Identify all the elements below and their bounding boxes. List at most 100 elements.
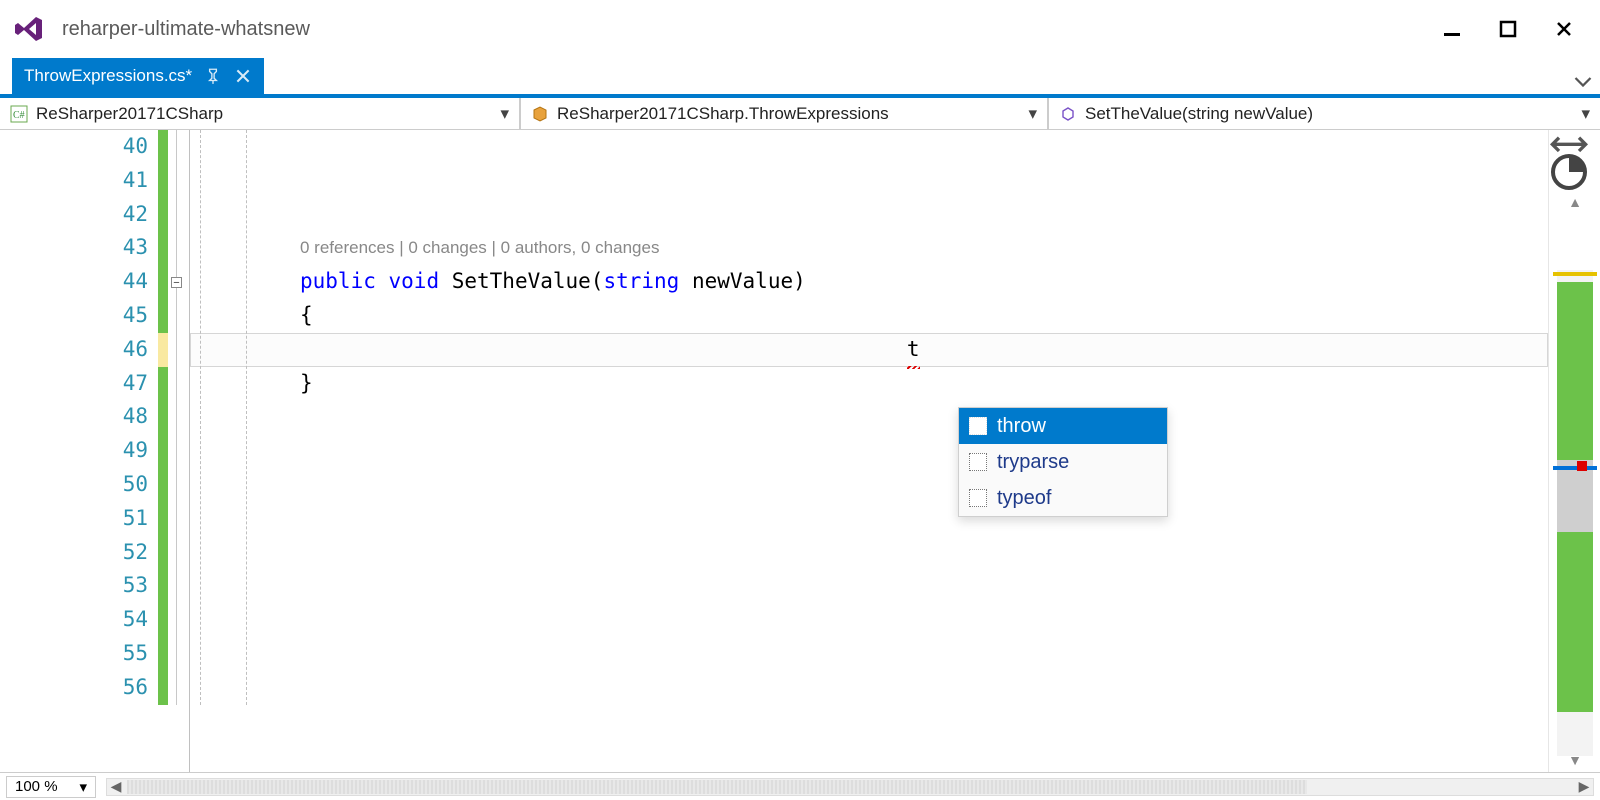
- line-number: 51: [0, 502, 154, 536]
- code-line[interactable]: public void SetTheValue(string newValue): [200, 265, 1548, 299]
- title-bar-left: reharper-ultimate-whatsnew: [12, 13, 310, 45]
- line-number: 44: [0, 265, 154, 299]
- tab-overflow-icon[interactable]: [1574, 72, 1592, 90]
- template-icon: [969, 453, 987, 471]
- chevron-down-icon: ▾: [488, 104, 509, 124]
- line-number: 52: [0, 536, 154, 570]
- overview-warning-marker: [1553, 272, 1597, 276]
- line-number: 54: [0, 603, 154, 637]
- code-line[interactable]: [200, 198, 1548, 232]
- completion-label: throw: [997, 415, 1046, 438]
- completion-item[interactable]: typeof: [959, 480, 1167, 516]
- indent-guide: [200, 130, 201, 705]
- codelens[interactable]: 0 references | 0 changes | 0 authors, 0 …: [200, 231, 1548, 265]
- window-controls: [1436, 13, 1580, 45]
- project-dropdown[interactable]: C# ReSharper20171CSharp ▾: [0, 98, 520, 129]
- line-number: 50: [0, 468, 154, 502]
- line-number: 47: [0, 367, 154, 401]
- collapse-toggle[interactable]: −: [171, 277, 182, 288]
- code-line[interactable]: myValue = newValue ?? ArgumentNullExcept…: [200, 333, 1548, 367]
- maximize-button[interactable]: [1492, 13, 1524, 45]
- change-marker-strip: [158, 130, 168, 772]
- line-number: 45: [0, 299, 154, 333]
- line-number: 40: [0, 130, 154, 164]
- line-number: 42: [0, 198, 154, 232]
- code-line[interactable]: [200, 536, 1548, 570]
- scrollbar-thumb[interactable]: [127, 780, 1307, 794]
- breadcrumb-bar: C# ReSharper20171CSharp ▾ ReSharper20171…: [0, 94, 1600, 130]
- change-marker-saved: [158, 367, 168, 705]
- scroll-down-icon[interactable]: ▼: [1561, 748, 1589, 772]
- svg-text:C#: C#: [13, 110, 25, 121]
- editor: 40 41 42 43 44 45 46 47 48 49 50 51 52 5…: [0, 130, 1600, 772]
- pin-icon[interactable]: [204, 67, 222, 85]
- class-icon: [531, 105, 549, 123]
- chevron-down-icon: ▾: [1569, 104, 1590, 124]
- change-marker-unsaved: [158, 333, 168, 367]
- line-number: 48: [0, 400, 154, 434]
- csharp-file-icon: C#: [10, 105, 28, 123]
- template-icon: [969, 417, 987, 435]
- overview-green: [1557, 542, 1593, 712]
- code-line[interactable]: [200, 637, 1548, 671]
- class-label: ReSharper20171CSharp.ThrowExpressions: [557, 104, 889, 124]
- zoom-dropdown[interactable]: 100 % ▾: [6, 776, 96, 798]
- chevron-down-icon: ▾: [1016, 104, 1037, 124]
- code-line[interactable]: [200, 569, 1548, 603]
- line-number: 43: [0, 231, 154, 265]
- line-number: 55: [0, 637, 154, 671]
- right-marker-bar: ▲ ▼: [1548, 130, 1600, 772]
- editor-tab[interactable]: ThrowExpressions.cs*: [12, 58, 264, 94]
- line-number: 46: [0, 333, 154, 367]
- member-label: SetTheValue(string newValue): [1085, 104, 1313, 124]
- chevron-down-icon: ▾: [79, 778, 87, 796]
- code-line[interactable]: [200, 434, 1548, 468]
- code-line[interactable]: [200, 603, 1548, 637]
- line-number: 56: [0, 671, 154, 705]
- tab-label: ThrowExpressions.cs*: [24, 66, 192, 86]
- outline-column: −: [168, 130, 190, 772]
- outline-guide: [176, 130, 177, 705]
- close-tab-icon[interactable]: [234, 67, 252, 85]
- line-number: 41: [0, 164, 154, 198]
- completion-label: tryparse: [997, 451, 1069, 474]
- change-marker-saved: [158, 130, 168, 333]
- completion-item[interactable]: tryparse: [959, 444, 1167, 480]
- completion-item[interactable]: throw: [959, 408, 1167, 444]
- indent-guide: [246, 130, 247, 705]
- code-line[interactable]: [200, 671, 1548, 705]
- overview-viewport[interactable]: [1557, 460, 1593, 532]
- code-line[interactable]: {: [200, 299, 1548, 333]
- overview-caret-marker: [1553, 466, 1597, 470]
- overview-error-marker: [1577, 461, 1587, 471]
- code-line[interactable]: [200, 400, 1548, 434]
- code-line[interactable]: }: [200, 367, 1548, 401]
- minimize-button[interactable]: [1436, 13, 1468, 45]
- horizontal-scrollbar[interactable]: ◀ ▶: [106, 778, 1594, 796]
- code-area[interactable]: 0 references | 0 changes | 0 authors, 0 …: [190, 130, 1548, 772]
- zoom-value: 100 %: [15, 778, 58, 795]
- class-dropdown[interactable]: ReSharper20171CSharp.ThrowExpressions ▾: [520, 98, 1048, 129]
- code-line[interactable]: [200, 164, 1548, 198]
- line-number-gutter: 40 41 42 43 44 45 46 47 48 49 50 51 52 5…: [0, 130, 158, 772]
- completion-popup: throw tryparse typeof: [958, 407, 1168, 517]
- code-line[interactable]: [200, 502, 1548, 536]
- overview-ruler[interactable]: [1557, 270, 1593, 756]
- project-label: ReSharper20171CSharp: [36, 104, 223, 124]
- scroll-left-icon[interactable]: ◀: [107, 778, 125, 795]
- completion-label: typeof: [997, 487, 1051, 510]
- scroll-right-icon[interactable]: ▶: [1575, 778, 1593, 795]
- line-number: 53: [0, 569, 154, 603]
- line-number: 49: [0, 434, 154, 468]
- tab-strip: ThrowExpressions.cs*: [0, 58, 1600, 94]
- scroll-up-icon[interactable]: ▲: [1561, 190, 1589, 214]
- code-line[interactable]: [200, 468, 1548, 502]
- template-icon: [969, 489, 987, 507]
- close-button[interactable]: [1548, 13, 1580, 45]
- title-bar: reharper-ultimate-whatsnew: [0, 0, 1600, 58]
- member-dropdown[interactable]: SetTheValue(string newValue) ▾: [1048, 98, 1600, 129]
- analysis-indicator-icon[interactable]: [1549, 158, 1589, 186]
- vs-logo-icon: [12, 13, 44, 45]
- code-line[interactable]: [200, 130, 1548, 164]
- bottom-bar: 100 % ▾ ◀ ▶: [0, 772, 1600, 800]
